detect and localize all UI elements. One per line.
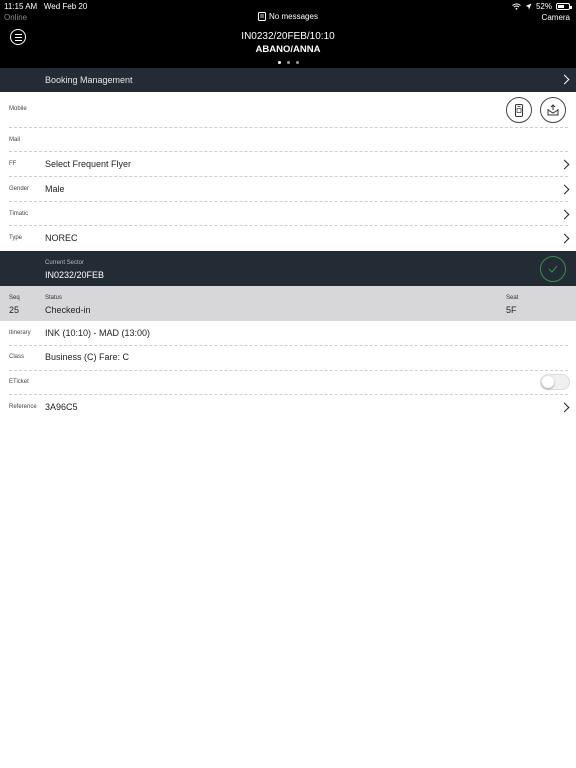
flight-info: IN0232/20FEB/10:10 — [241, 31, 335, 42]
eticket-toggle[interactable] — [540, 374, 570, 390]
field-value: Male — [45, 184, 65, 194]
chevron-right-icon — [559, 233, 570, 244]
page-dot[interactable] — [286, 61, 290, 64]
field-value: Select Frequent Flyer — [45, 159, 132, 169]
current-sector: Current Sector IN0232/20FEB — [0, 251, 576, 286]
field-label: Itinerary — [9, 330, 31, 336]
chevron-right-icon — [559, 184, 570, 195]
field-class: Class Business (C) Fare: C — [0, 346, 576, 371]
mail-send-icon — [547, 104, 559, 116]
field-value: Business (C) Fare: C — [45, 352, 130, 362]
field-gender[interactable]: Gender Male — [0, 177, 576, 202]
field-label: Gender — [9, 186, 30, 192]
field-label: Timatic — [9, 211, 29, 217]
field-reference[interactable]: Reference 3A96C5 — [0, 395, 576, 420]
field-frequent-flyer[interactable]: FF Select Frequent Flyer — [0, 152, 576, 177]
chevron-right-icon — [559, 74, 570, 85]
battery-icon — [556, 3, 572, 10]
field-label: Type — [9, 235, 23, 241]
check-icon — [548, 265, 558, 273]
field-label: ETicket — [9, 379, 29, 385]
status-value: Checked-in — [45, 305, 91, 315]
chevron-right-icon — [559, 159, 570, 170]
location-icon — [525, 3, 532, 10]
phone-icon — [515, 103, 523, 117]
field-label: Mobile — [9, 106, 27, 112]
booking-management-row[interactable]: Booking Management — [0, 68, 576, 92]
chevron-right-icon — [559, 209, 570, 220]
wifi-icon — [512, 3, 521, 10]
seat-value: 5F — [506, 305, 517, 315]
status-time: 11:15 AM Wed Feb 20 — [4, 2, 88, 11]
messages-label: No messages — [269, 12, 318, 21]
page-dot[interactable] — [277, 61, 281, 64]
field-label: Reference — [9, 404, 37, 410]
field-type[interactable]: Type NOREC — [0, 226, 576, 251]
field-eticket: ETicket — [0, 371, 576, 395]
chevron-right-icon — [559, 402, 570, 413]
page-dot[interactable] — [295, 61, 299, 64]
field-label: Mail — [9, 137, 21, 143]
camera-button[interactable]: Camera — [542, 13, 570, 22]
booking-management-label: Booking Management — [45, 75, 133, 85]
app-header: 11:15 AM Wed Feb 20 52% Online No messag… — [0, 0, 576, 68]
send-mail-button[interactable] — [540, 97, 566, 123]
field-itinerary: Itinerary INK (10:10) - MAD (13:00) — [0, 321, 576, 346]
passenger-name: ABANO/ANNA — [255, 44, 321, 55]
field-label: FF — [9, 161, 17, 167]
seat-label: Seat — [506, 295, 519, 301]
current-sector-value: IN0232/20FEB — [45, 270, 105, 280]
phone-button[interactable] — [506, 97, 532, 123]
message-icon — [258, 12, 267, 21]
current-sector-label: Current Sector — [45, 260, 85, 266]
status-label: Status — [45, 295, 63, 301]
field-mobile: Mobile — [0, 92, 576, 128]
checked-in-button[interactable] — [540, 256, 566, 282]
field-label: Class — [9, 354, 25, 360]
field-value: 3A96C5 — [45, 402, 78, 412]
seq-label: Seq — [9, 295, 20, 301]
seq-value: 25 — [9, 305, 20, 315]
page-indicator[interactable] — [0, 61, 576, 64]
field-mail: Mail — [0, 128, 576, 152]
field-timatic[interactable]: Timatic — [0, 202, 576, 226]
field-value: INK (10:10) - MAD (13:00) — [45, 328, 151, 338]
messages-indicator[interactable]: No messages — [0, 12, 576, 21]
battery-percent: 52% — [535, 2, 552, 11]
field-value: NOREC — [45, 233, 78, 243]
toggle-knob — [542, 376, 554, 388]
status-indicators: 52% — [512, 2, 572, 11]
segment-summary: Seq 25 Status Checked-in Seat 5F — [0, 286, 576, 321]
